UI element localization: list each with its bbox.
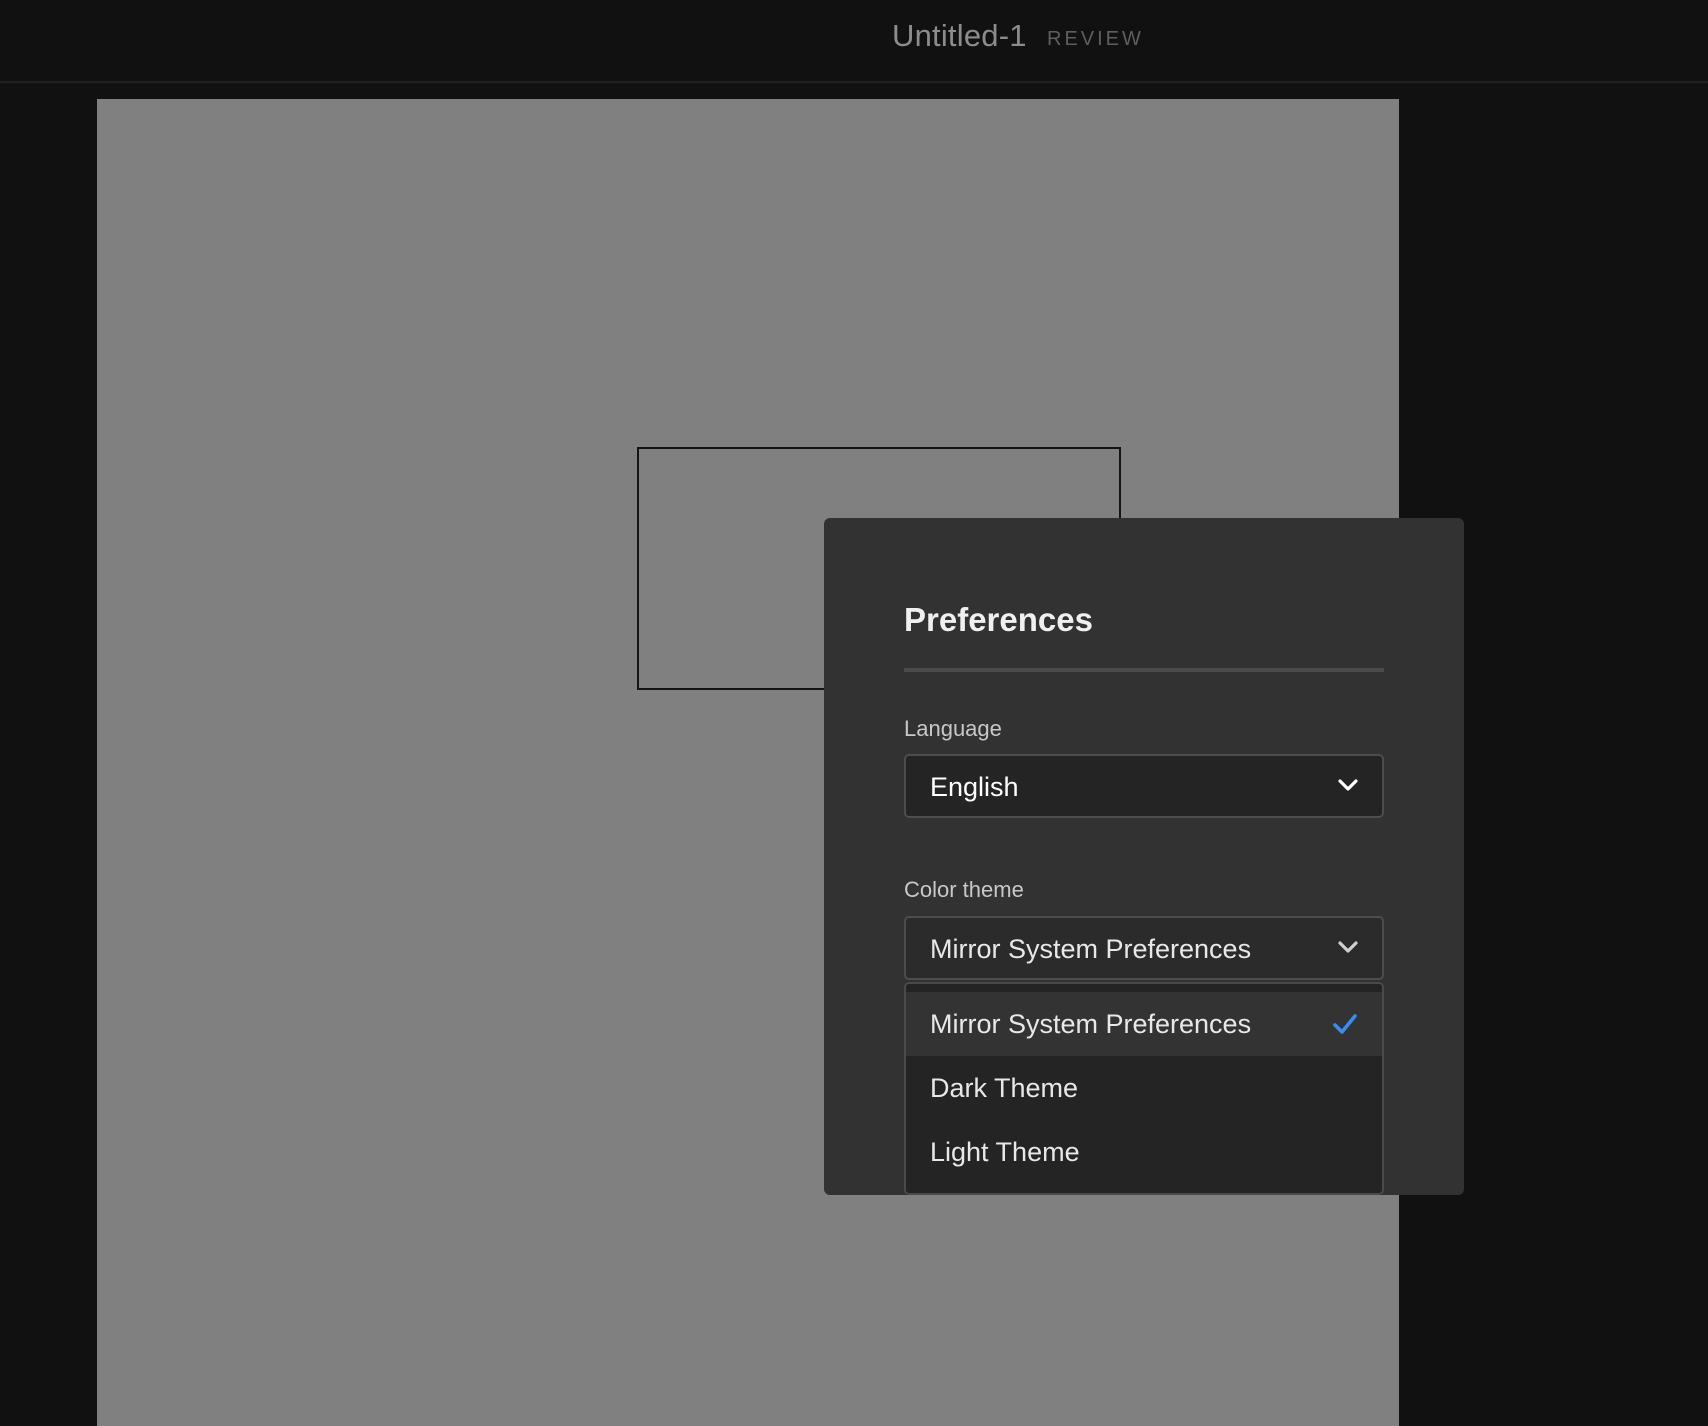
checkmark-icon — [1333, 1014, 1357, 1034]
menu-item-label: Light Theme — [930, 1137, 1080, 1167]
top-bar: Untitled-1 REVIEW — [0, 0, 1708, 83]
menu-item-label: Mirror System Preferences — [930, 1009, 1252, 1039]
menu-item-label: Dark Theme — [930, 1073, 1079, 1103]
chevron-down-icon — [1338, 941, 1358, 953]
color-theme-dropdown[interactable]: Mirror System Preferences — [904, 916, 1384, 980]
mode-label: REVIEW — [1047, 28, 1144, 50]
language-dropdown[interactable]: English — [904, 754, 1384, 818]
color-theme-label: Color theme — [904, 877, 1024, 902]
document-title[interactable]: Untitled-1 — [892, 16, 1027, 56]
chevron-down-icon — [1338, 779, 1358, 791]
color-theme-selected-value: Mirror System Preferences — [930, 934, 1252, 964]
app-window: Untitled-1 REVIEW Preferences Language E… — [0, 0, 1708, 1426]
language-selected-value: English — [930, 772, 1019, 802]
preferences-dialog: Preferences Language English Color theme… — [824, 518, 1464, 1195]
menu-item-mirror-system[interactable]: Mirror System Preferences — [906, 992, 1382, 1056]
language-label: Language — [904, 716, 1002, 741]
title-divider — [904, 668, 1384, 672]
menu-item-dark-theme[interactable]: Dark Theme — [906, 1056, 1382, 1120]
menu-item-light-theme[interactable]: Light Theme — [906, 1120, 1382, 1184]
color-theme-menu: Mirror System Preferences Dark Theme Lig… — [904, 982, 1384, 1195]
dialog-title: Preferences — [904, 601, 1093, 638]
